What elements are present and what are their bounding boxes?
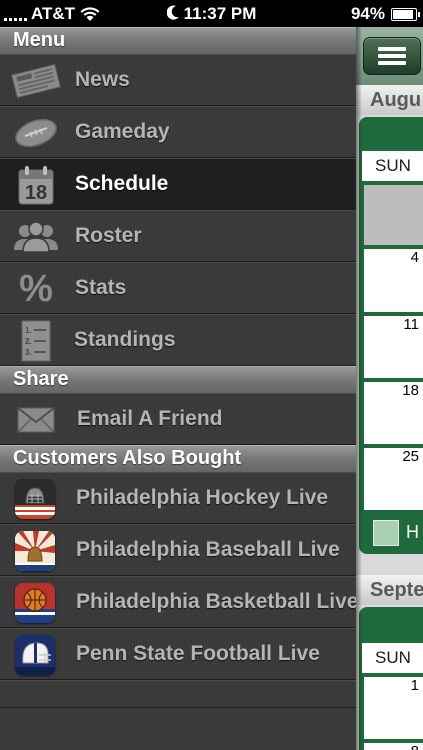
menu-item-label: Philadelphia Basketball Live (76, 590, 359, 613)
month-header-august: Augu (356, 85, 423, 115)
svg-text:1.: 1. (25, 326, 32, 335)
basketball-app-icon (4, 581, 66, 625)
status-right: 94% (350, 4, 420, 24)
hockey-app-icon (4, 477, 66, 521)
section-header-menu: Menu (0, 27, 356, 54)
newspaper-icon (10, 59, 62, 103)
menu-item-label: Email A Friend (77, 407, 223, 430)
svg-text:3.: 3. (25, 348, 32, 357)
calendar-cell-empty (364, 185, 423, 245)
calendar-icon: 18 (10, 163, 62, 207)
calendar-cell-date[interactable]: 4 (364, 249, 423, 312)
day-header-sun: SUN (362, 151, 423, 181)
menu-item-schedule[interactable]: 18 Schedule (0, 158, 356, 210)
do-not-disturb-moon-icon (166, 5, 179, 20)
battery-icon (391, 7, 420, 21)
section-header-customers-also-bought: Customers Also Bought (0, 445, 356, 472)
month-header-september: Septe (356, 575, 423, 605)
menu-empty-row (0, 680, 356, 708)
calendar-cell-date[interactable]: 1 (364, 677, 423, 739)
time-text: 11:37 PM (183, 4, 257, 23)
svg-text:2.: 2. (25, 337, 32, 346)
menu-item-stats[interactable]: % Stats (0, 262, 356, 314)
menu-item-label: Penn State Football Live (76, 642, 320, 665)
calendar-cell-date[interactable]: 25 (364, 448, 423, 510)
envelope-icon (10, 398, 62, 442)
calendar-cell-date[interactable]: 11 (364, 316, 423, 378)
menu-item-news[interactable]: News (0, 54, 356, 106)
football-icon (10, 111, 62, 155)
menu-item-label: Stats (75, 276, 127, 299)
section-header-share: Share (0, 366, 356, 393)
side-menu: Menu News Gameday 18 Schedule Roster % S… (0, 27, 359, 750)
menu-item-label: Philadelphia Baseball Live (76, 538, 340, 561)
app-item-philadelphia-basketball-live[interactable]: Philadelphia Basketball Live (0, 576, 359, 628)
menu-item-label: Standings (74, 328, 176, 351)
app-item-penn-state-football-live[interactable]: Penn State Football Live (0, 628, 356, 680)
menu-item-standings[interactable]: 1. 2. 3. Standings (0, 314, 356, 366)
menu-item-label: Gameday (75, 120, 170, 143)
day-header-sun: SUN (362, 643, 423, 673)
home-legend-swatch (373, 520, 399, 546)
menu-item-roster[interactable]: Roster (0, 210, 356, 262)
home-legend-label: H (406, 522, 419, 542)
calendar-cell-date[interactable]: 8 (364, 743, 423, 750)
schedule-calendar-peek[interactable]: Augu SUN 4 11 18 25 H Septe SUN 1 8 (356, 27, 423, 750)
calendar-icon-number: 18 (25, 182, 47, 204)
menu-item-label: News (75, 68, 130, 91)
football-app-icon (4, 633, 66, 677)
menu-item-email-a-friend[interactable]: Email A Friend (0, 393, 356, 445)
list-icon: 1. 2. 3. (10, 319, 62, 363)
menu-item-label: Roster (75, 224, 142, 247)
battery-percent: 94% (350, 4, 385, 23)
percent-glyph: % (19, 267, 53, 310)
app-item-philadelphia-hockey-live[interactable]: Philadelphia Hockey Live (0, 472, 356, 524)
percent-icon: % (10, 267, 62, 311)
menu-item-label: Philadelphia Hockey Live (76, 486, 329, 509)
hamburger-menu-icon[interactable] (363, 37, 421, 75)
app-item-philadelphia-baseball-live[interactable]: Philadelphia Baseball Live (0, 524, 356, 576)
baseball-app-icon (4, 529, 66, 573)
menu-item-label: Schedule (75, 172, 169, 195)
status-bar: AT&T 11:37 PM 94% (0, 0, 423, 27)
menu-item-gameday[interactable]: Gameday (0, 106, 356, 158)
calendar-cell-date[interactable]: 18 (364, 382, 423, 444)
menu-edge-shadow (356, 27, 362, 750)
people-icon (10, 215, 62, 259)
